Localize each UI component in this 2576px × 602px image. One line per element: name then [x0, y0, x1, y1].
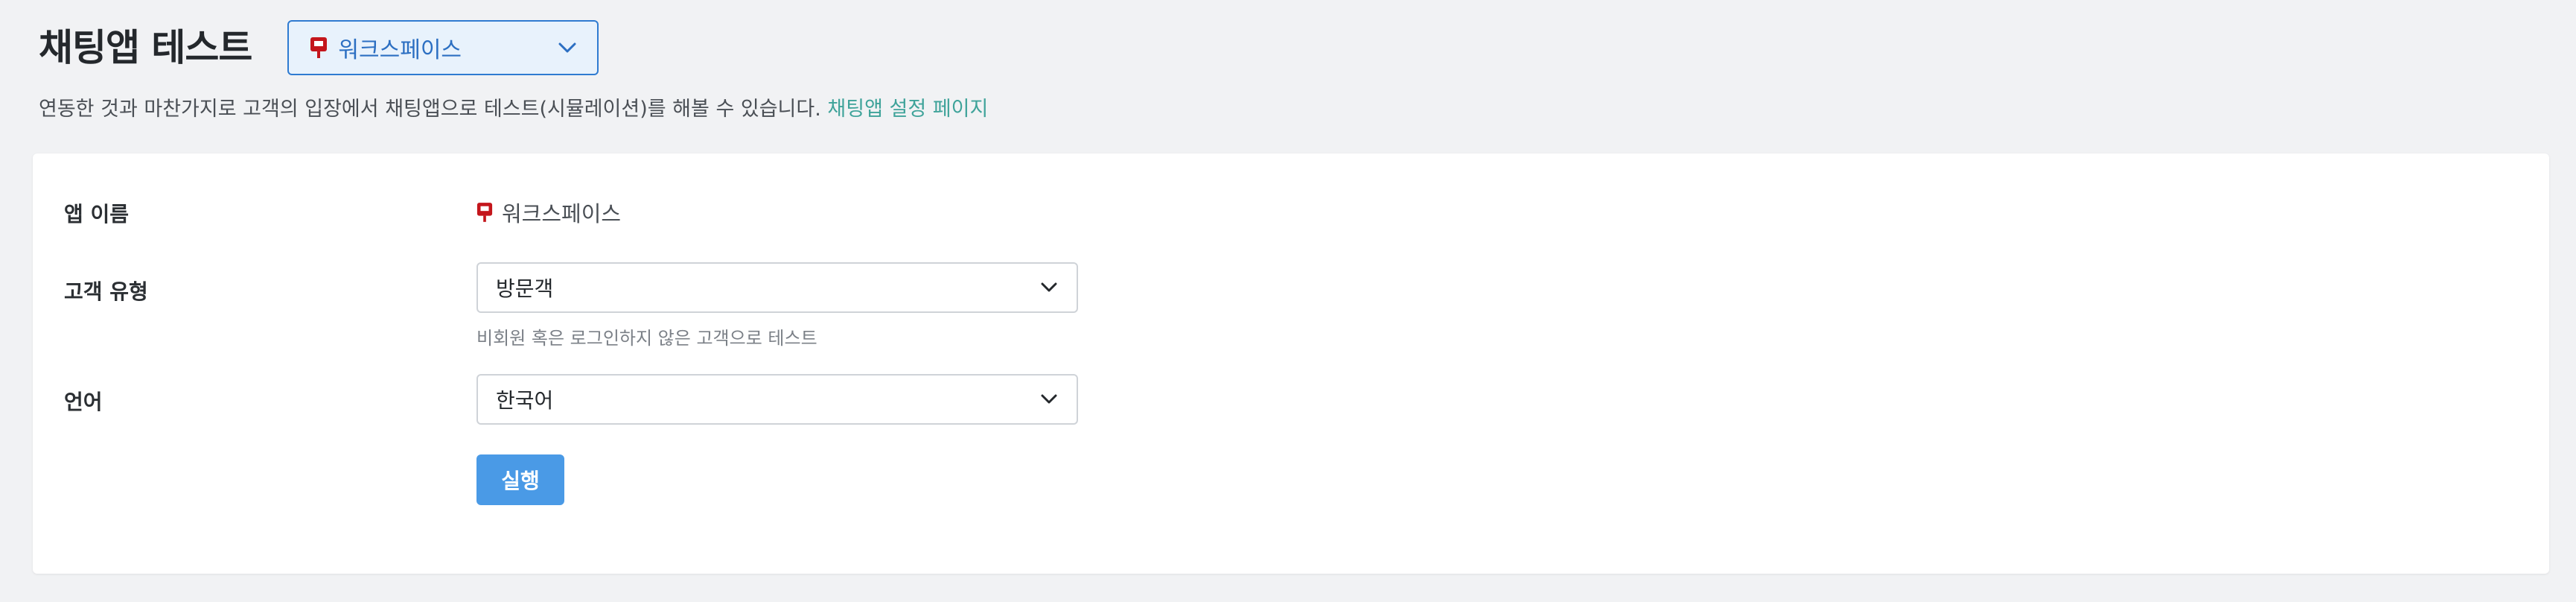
- language-select[interactable]: 한국어: [476, 374, 1078, 425]
- customer-type-label: 고객 유형: [64, 279, 148, 304]
- app-name-text: 워크스페이스: [502, 201, 622, 226]
- chevron-down-icon: [1041, 282, 1057, 292]
- settings-page-link[interactable]: 채팅앱 설정 페이지: [827, 98, 988, 121]
- description-text: 연동한 것과 마찬가지로 고객의 입장에서 채팅앱으로 테스트(시뮬레이션)를 …: [39, 98, 821, 121]
- page-description: 연동한 것과 마찬가지로 고객의 입장에서 채팅앱으로 테스트(시뮬레이션)를 …: [39, 92, 988, 121]
- workspace-logo-icon: [476, 203, 493, 222]
- test-form-card: 앱 이름 워크스페이스 고객 유형 방문객 비회원 혹은 로그인하지 않은 고객…: [33, 153, 2549, 574]
- app-name-label: 앱 이름: [64, 202, 130, 226]
- language-label: 언어: [64, 390, 103, 414]
- run-button[interactable]: 실행: [476, 454, 564, 505]
- customer-type-select[interactable]: 방문객: [476, 262, 1078, 313]
- page-title: 채팅앱 테스트: [39, 26, 252, 69]
- workspace-select[interactable]: 워크스페이스: [287, 20, 599, 75]
- chevron-down-icon: [1041, 394, 1057, 404]
- chevron-down-icon: [558, 42, 576, 53]
- app-name-value: 워크스페이스: [476, 197, 621, 228]
- workspace-select-label: 워크스페이스: [338, 37, 462, 63]
- language-value: 한국어: [496, 388, 554, 413]
- workspace-logo-icon: [310, 37, 328, 58]
- customer-type-hint: 비회원 혹은 로그인하지 않은 고객으로 테스트: [476, 328, 817, 349]
- customer-type-value: 방문객: [496, 276, 554, 301]
- page-header: 채팅앱 테스트 워크스페이스: [39, 18, 599, 77]
